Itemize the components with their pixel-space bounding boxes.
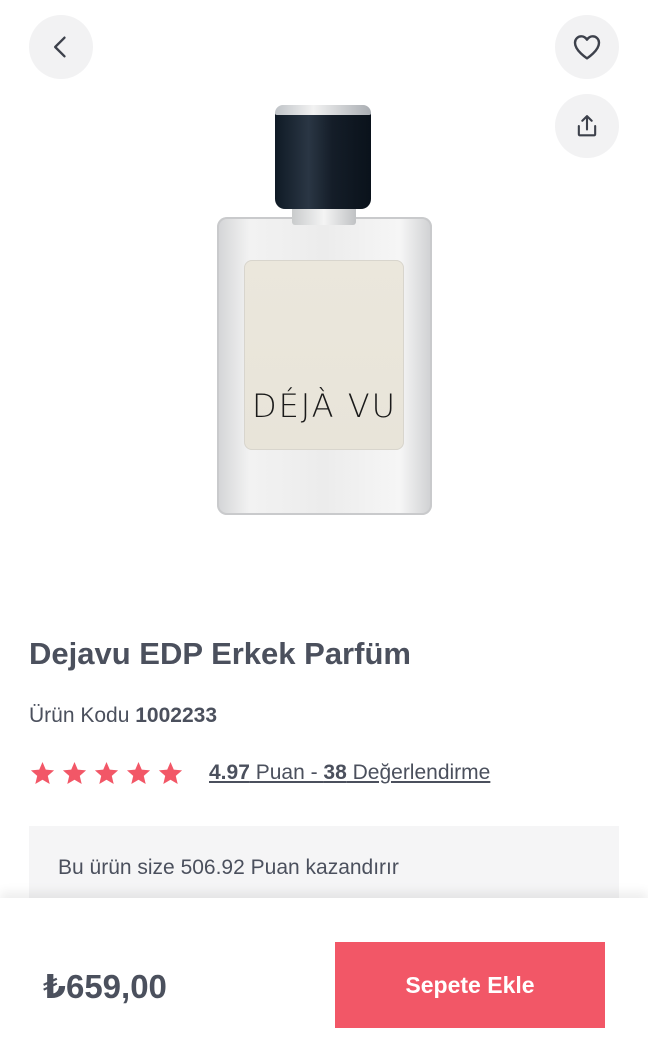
- rating-count-suffix: Değerlendirme: [346, 761, 491, 784]
- points-text: Bu ürün size 506.92 Puan kazandırır: [58, 856, 399, 879]
- share-button[interactable]: [555, 94, 619, 158]
- rating-score: 4.97: [209, 761, 250, 784]
- product-code: Ürün Kodu 1002233: [29, 704, 217, 728]
- product-code-value: 1002233: [135, 704, 218, 727]
- product-title: Dejavu EDP Erkek Parfüm: [29, 636, 411, 671]
- back-button[interactable]: [29, 15, 93, 79]
- product-price: ₺659,00: [43, 968, 167, 1005]
- product-page: DÉJÀ VU Dejavu EDP Erkek Parfüm Ürün Kod…: [0, 0, 648, 1058]
- rating-stars: [29, 760, 184, 787]
- product-code-label: Ürün Kodu: [29, 704, 130, 727]
- bottle-cap-ring: [275, 105, 371, 115]
- star-icon: [94, 762, 119, 784]
- chevron-left-icon: [54, 36, 66, 58]
- favorite-button[interactable]: [555, 15, 619, 79]
- heart-icon: [573, 35, 601, 60]
- share-icon: [577, 115, 597, 137]
- star-icon: [126, 762, 151, 784]
- rating-score-suffix: Puan -: [249, 761, 324, 784]
- rating-summary-link[interactable]: 4.97 Puan - 38 Değerlendirme: [209, 761, 490, 785]
- star-icon: [158, 762, 183, 784]
- add-to-cart-button[interactable]: Sepete Ekle: [335, 942, 605, 1028]
- bottle-cap: [275, 105, 371, 209]
- product-image: DÉJÀ VU: [180, 95, 470, 525]
- star-icon: [30, 762, 55, 784]
- star-icon: [62, 762, 87, 784]
- rating-count: 38: [323, 761, 347, 784]
- bottle-brand-text: DÉJÀ VU: [251, 387, 398, 425]
